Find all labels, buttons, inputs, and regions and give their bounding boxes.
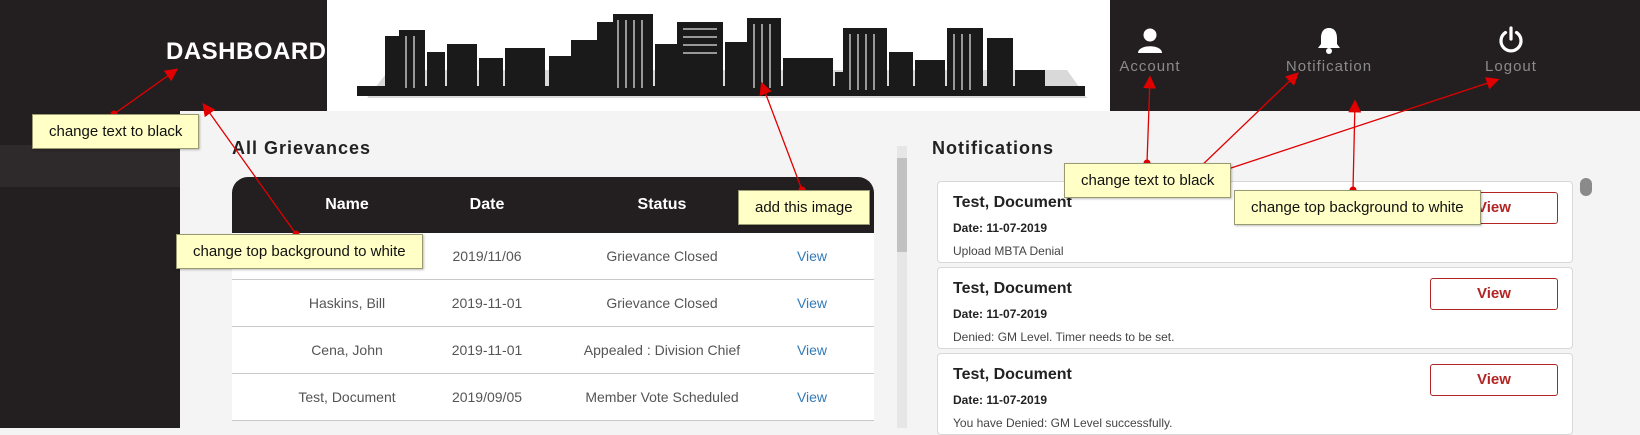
notification-date: Date: 11-07-2019 (953, 307, 1047, 321)
cell-name: Test, Document (298, 389, 396, 405)
bell-icon (1318, 28, 1340, 54)
cell-status: Grievance Closed (606, 248, 718, 264)
cell-date: 2019/11/06 (452, 248, 522, 264)
grievances-scrollbar-thumb[interactable] (897, 158, 907, 252)
cell-name: Haskins, Bill (308, 295, 386, 311)
column-header-date: Date (469, 196, 505, 213)
user-icon (1138, 28, 1162, 53)
skyline-banner (327, 0, 1110, 111)
view-button[interactable]: View (1430, 364, 1558, 396)
view-link[interactable]: View (762, 342, 862, 358)
date-label: Date: (953, 221, 984, 235)
table-row: Cena, John 2019-11-01 Appealed : Divisio… (232, 327, 874, 374)
notification-title: Test, Document (953, 280, 1072, 297)
table-row: Haskins, Bill 2019-11-01 Grievance Close… (232, 280, 874, 327)
annotation-note: change top background to white (176, 234, 423, 269)
annotation-note: add this image (738, 190, 870, 225)
notification-title: Test, Document (953, 366, 1072, 383)
cell-name: Cena, John (311, 342, 383, 358)
notification-card: Test, Document Date: 11-07-2019 Denied: … (937, 267, 1573, 349)
nav-logout[interactable]: Logout (1456, 26, 1566, 75)
nav-account[interactable]: Account (1095, 26, 1205, 75)
date-label: Date: (953, 307, 984, 321)
notifications-title: Notifications (932, 138, 1055, 158)
grievances-title: All Grievances (232, 138, 372, 158)
dashboard-title: DASHBOARD (166, 38, 327, 65)
notification-date: Date: 11-07-2019 (953, 393, 1047, 407)
nav-notification-label: Notification (1285, 58, 1373, 75)
date-value: 11-07-2019 (986, 393, 1048, 407)
column-header-name: Name (325, 196, 369, 213)
table-row: Test, Document 2019/09/05 Member Vote Sc… (232, 374, 874, 421)
nav-account-label: Account (1119, 58, 1181, 75)
cell-date: 2019-11-01 (451, 342, 523, 358)
view-link[interactable]: View (762, 389, 862, 405)
annotation-note: change text to black (32, 114, 200, 149)
cell-date: 2019/09/05 (451, 389, 523, 405)
nav-logout-label: Logout (1485, 58, 1537, 75)
annotation-note: change text to black (1064, 163, 1232, 198)
sidebar-item-active[interactable] (0, 145, 180, 187)
notification-date: Date: 11-07-2019 (953, 221, 1047, 235)
notifications-scrollbar-thumb[interactable] (1580, 178, 1592, 196)
view-link[interactable]: View (762, 248, 862, 264)
view-button[interactable]: View (1430, 278, 1558, 310)
power-icon (1499, 26, 1523, 53)
cell-status: Grievance Closed (606, 295, 718, 311)
notification-title: Test, Document (953, 194, 1072, 211)
notification-message: Upload MBTA Denial (953, 244, 1064, 258)
skyline-image (357, 14, 1087, 98)
cell-date: 2019-11-01 (451, 295, 523, 311)
cell-status: Appealed : Division Chief (583, 342, 741, 358)
cell-status: Member Vote Scheduled (585, 389, 739, 405)
view-link[interactable]: View (762, 295, 862, 311)
notification-message: Denied: GM Level. Timer needs to be set. (953, 330, 1175, 344)
date-value: 11-07-2019 (986, 221, 1048, 235)
annotation-note: change top background to white (1234, 190, 1481, 225)
date-value: 11-07-2019 (986, 307, 1048, 321)
nav-notification[interactable]: Notification (1274, 26, 1384, 75)
date-label: Date: (953, 393, 984, 407)
column-header-status: Status (637, 196, 687, 213)
notification-card: Test, Document Date: 11-07-2019 You have… (937, 353, 1573, 435)
